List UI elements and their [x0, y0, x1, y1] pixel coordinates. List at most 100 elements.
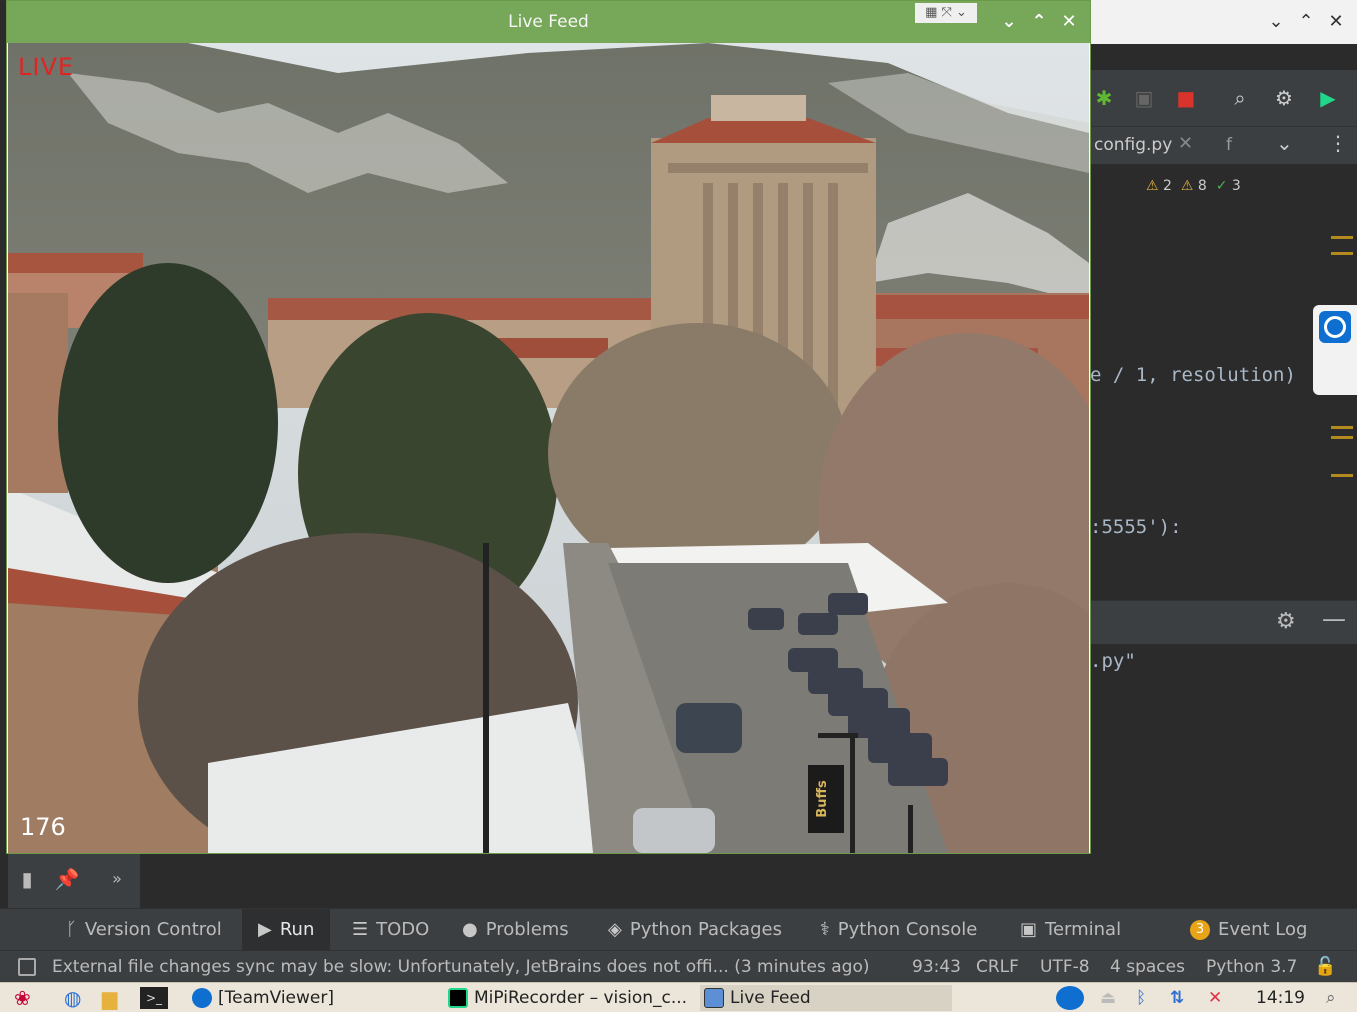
- inspection-widget[interactable]: ⚠ 2 ⚠ 8 ✓ 3: [1146, 178, 1241, 194]
- bluetooth-icon[interactable]: ᛒ: [1136, 983, 1146, 1012]
- warning-count: 2: [1163, 178, 1172, 194]
- code-with-me-icon[interactable]: ▶: [1314, 84, 1342, 112]
- console-area: [140, 852, 1357, 908]
- task-label: [TeamViewer]: [218, 988, 334, 1008]
- event-log-badge: 3: [1190, 920, 1210, 940]
- task-pycharm[interactable]: MiPiRecorder – vision_c...: [444, 985, 696, 1011]
- tab-label: Run: [279, 919, 315, 940]
- network-icon[interactable]: ⇅: [1170, 983, 1184, 1012]
- tab-problems[interactable]: ● Problems: [456, 909, 575, 951]
- lock-icon[interactable]: 🔓: [1314, 951, 1336, 983]
- scroll-marker[interactable]: [1331, 252, 1353, 255]
- scroll-marker[interactable]: [1331, 436, 1353, 439]
- pin-icon[interactable]: 📌: [52, 864, 82, 894]
- more-actions-icon[interactable]: »: [102, 864, 132, 894]
- tool-window-bar: ᚴ Version Control ▶ Run ☰ TODO ● Problems ◈ P…: [0, 908, 1357, 951]
- scroll-marker[interactable]: [1331, 426, 1353, 429]
- tab-run[interactable]: ▶ Run: [242, 909, 331, 951]
- code-line: e / 1, resolution): [1090, 364, 1296, 386]
- run-console[interactable]: .py": [1090, 644, 1357, 854]
- volume-muted-icon[interactable]: ✕: [1208, 983, 1222, 1012]
- raspberry-menu-icon[interactable]: ❀: [14, 983, 31, 1012]
- bookmark-icon[interactable]: ▮: [12, 864, 42, 894]
- branch-icon: ᚴ: [66, 919, 77, 940]
- search-icon[interactable]: ⌕: [1226, 84, 1254, 112]
- eject-icon[interactable]: ⏏: [1100, 983, 1116, 1012]
- banner-sign: Buffs: [815, 780, 830, 818]
- minimize-icon[interactable]: ⌄: [997, 10, 1021, 34]
- camera-video-frame: Buffs LIVE 176: [8, 43, 1089, 853]
- window-menu-grip[interactable]: ▦ ⤧ ⌄: [915, 3, 977, 23]
- indent-setting[interactable]: 4 spaces: [1110, 951, 1185, 983]
- editor-tab-config[interactable]: config.py: [1094, 135, 1172, 155]
- warning-icon: ⚠: [1146, 178, 1159, 194]
- tab-label: Python Packages: [629, 919, 782, 940]
- python-icon: ⚕: [820, 919, 830, 940]
- minimize-icon[interactable]: ⌄: [1264, 10, 1288, 34]
- check-icon: ✓: [1215, 178, 1228, 194]
- browser-icon[interactable]: ◍: [64, 983, 81, 1012]
- tab-label: Terminal: [1045, 919, 1122, 940]
- desktop: ⌄ ⌃ ✕ ✱ ▣ ■ ⌕ ⚙ ▶ config.py ✕ f ⌄ ⋮ ⚠ 2 …: [0, 0, 1357, 1012]
- file-manager-icon[interactable]: ▆: [102, 983, 117, 1012]
- tab-label: TODO: [376, 919, 430, 940]
- editor-tabs: config.py ✕ f ⌄ ⋮: [1090, 126, 1357, 164]
- run-toolstrip: ▮ 📌 »: [8, 852, 140, 908]
- file-encoding[interactable]: UTF-8: [1040, 951, 1090, 983]
- clock[interactable]: 14:19: [1256, 983, 1305, 1012]
- task-label: MiPiRecorder – vision_c...: [474, 988, 688, 1008]
- search-icon[interactable]: ⌕: [1326, 983, 1336, 1012]
- gear-icon[interactable]: ⚙: [1270, 84, 1298, 112]
- tab-event-log[interactable]: 3 Event Log: [1184, 909, 1313, 951]
- code-line: :5555'):: [1090, 516, 1182, 538]
- live-feed-titlebar[interactable]: Live Feed ▦ ⤧ ⌄ ⌄ ⌃ ✕: [7, 1, 1090, 43]
- maximize-icon[interactable]: ⌃: [1027, 10, 1051, 34]
- teamviewer-tray-icon[interactable]: [1056, 986, 1084, 1010]
- teamviewer-panel[interactable]: [1313, 305, 1357, 395]
- layers-icon: ◈: [608, 919, 622, 940]
- scroll-marker[interactable]: [1331, 474, 1353, 477]
- tab-version-control[interactable]: ᚴ Version Control: [58, 909, 230, 951]
- tab-python-packages[interactable]: ◈ Python Packages: [602, 909, 788, 951]
- ide-titlebar: ⌄ ⌃ ✕: [1090, 0, 1357, 44]
- close-icon[interactable]: ✕: [1324, 10, 1348, 34]
- frame-counter: 176: [20, 813, 66, 841]
- debug-icon[interactable]: ✱: [1090, 84, 1118, 112]
- attach-icon[interactable]: ▣: [1130, 84, 1158, 112]
- terminal-app-icon[interactable]: >_: [140, 987, 168, 1009]
- tab-terminal[interactable]: ▣ Terminal: [1014, 909, 1127, 951]
- maximize-icon[interactable]: ⌃: [1294, 10, 1318, 34]
- tab-label: Event Log: [1218, 919, 1308, 940]
- tab-python-console[interactable]: ⚕ Python Console: [814, 909, 983, 951]
- caret-position[interactable]: 93:43: [912, 951, 961, 983]
- ide-toolbar: ✱ ▣ ■ ⌕ ⚙ ▶: [1090, 70, 1357, 126]
- status-bar: External file changes sync may be slow: …: [0, 950, 1357, 982]
- gear-icon[interactable]: ⚙: [1276, 609, 1296, 634]
- status-message[interactable]: External file changes sync may be slow: …: [52, 951, 870, 983]
- typo-count: 3: [1231, 178, 1241, 194]
- toggle-tool-windows-icon[interactable]: [18, 958, 36, 976]
- chevron-down-icon[interactable]: ⌄: [1276, 131, 1293, 155]
- teamviewer-icon: [192, 988, 212, 1008]
- teamviewer-icon[interactable]: [1319, 311, 1351, 343]
- task-live-feed[interactable]: Live Feed: [700, 985, 952, 1011]
- terminal-icon: ▣: [1020, 919, 1038, 940]
- more-icon[interactable]: ⋮: [1328, 131, 1348, 155]
- task-teamviewer[interactable]: [TeamViewer]: [188, 985, 438, 1011]
- tab-todo[interactable]: ☰ TODO: [346, 909, 435, 951]
- window-icon: [704, 988, 724, 1008]
- hide-icon[interactable]: —: [1322, 605, 1346, 633]
- pycharm-icon: [448, 988, 468, 1008]
- tab-label: Problems: [485, 919, 569, 940]
- console-line: .py": [1090, 650, 1136, 672]
- info-icon: ●: [462, 919, 478, 940]
- stop-icon[interactable]: ■: [1172, 84, 1200, 112]
- run-panel-header: ⚙ —: [1090, 600, 1357, 644]
- interpreter[interactable]: Python 3.7: [1206, 951, 1297, 983]
- editor-tab-second[interactable]: f: [1226, 135, 1232, 155]
- line-separator[interactable]: CRLF: [976, 951, 1019, 983]
- scroll-marker[interactable]: [1331, 236, 1353, 239]
- close-tab-icon[interactable]: ✕: [1178, 133, 1193, 154]
- close-icon[interactable]: ✕: [1057, 10, 1081, 34]
- tab-label: Version Control: [84, 919, 222, 940]
